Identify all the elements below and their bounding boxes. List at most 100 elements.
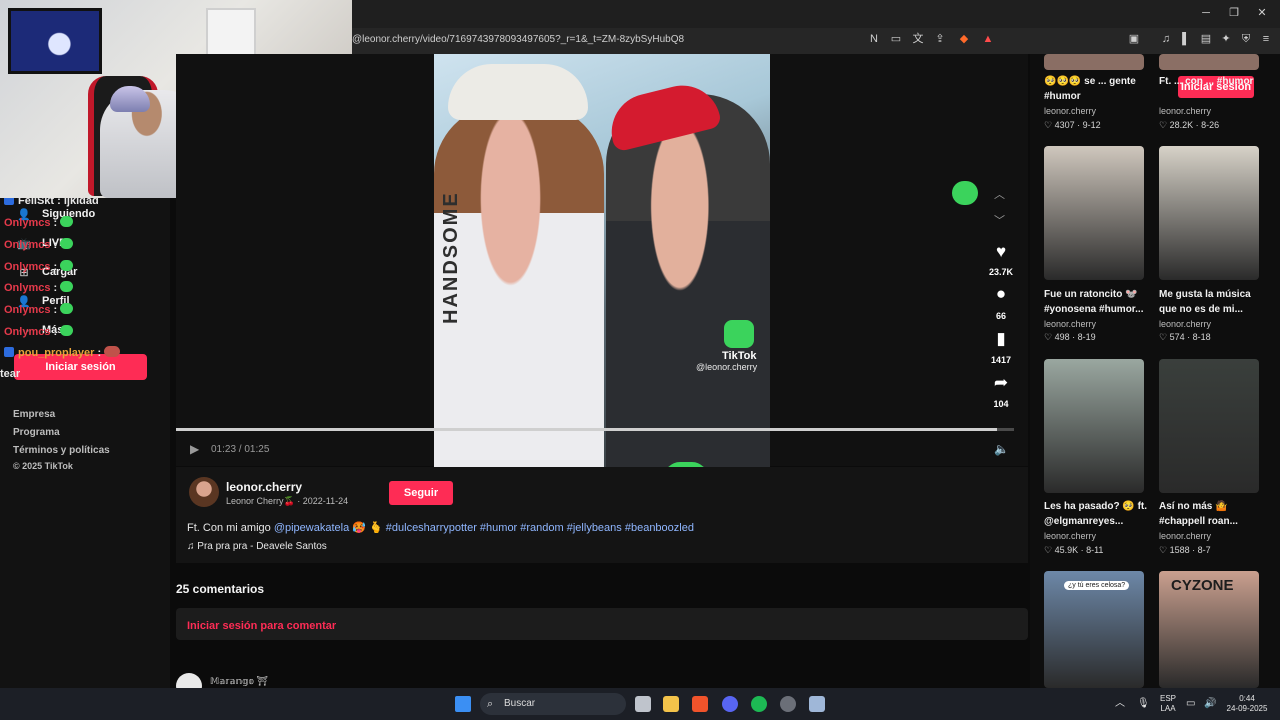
volume-tray-icon[interactable]: 🔊 bbox=[1204, 699, 1216, 709]
chat-user: Onlymcs bbox=[4, 304, 51, 316]
language-code: ESP bbox=[1160, 694, 1177, 703]
chat-user: Onlymcs bbox=[4, 282, 51, 294]
close-icon[interactable]: ✕ bbox=[1252, 6, 1272, 20]
minimize-icon[interactable]: ─ bbox=[1196, 6, 1216, 20]
clock-date: 24-09-2025 bbox=[1226, 704, 1268, 713]
discord-icon[interactable] bbox=[722, 696, 738, 712]
play-icon[interactable]: ▶ bbox=[190, 442, 204, 456]
comment-username[interactable]: 𝕄𝕒𝕣𝕒𝕟𝕘𝕠 ⛩ bbox=[210, 676, 268, 687]
cast-icon[interactable]: ▭ bbox=[888, 32, 904, 46]
obs-icon[interactable] bbox=[780, 696, 796, 712]
heart-icon[interactable]: ♥ bbox=[990, 242, 1012, 262]
footer-empresa[interactable]: Empresa bbox=[13, 409, 55, 420]
progress-bar[interactable] bbox=[176, 428, 1014, 431]
taskbar-search[interactable] bbox=[480, 693, 626, 715]
rec-user[interactable]: leonor.cherry bbox=[1044, 319, 1096, 329]
emote-icon bbox=[60, 260, 74, 271]
chat-user: Onlymcs bbox=[4, 239, 51, 251]
chat-text: : bbox=[97, 347, 102, 359]
rec-user[interactable]: leonor.cherry bbox=[1044, 531, 1096, 541]
rec-title[interactable]: Así no más 🤷 #chappell roan... bbox=[1159, 499, 1269, 529]
rec-overlay-text: CYZONE bbox=[1171, 577, 1234, 594]
leo-ai-icon[interactable]: ✦ bbox=[1218, 32, 1234, 46]
avatar[interactable] bbox=[189, 477, 219, 507]
url-text[interactable]: @leonor.cherry/video/7169743978093497605… bbox=[352, 34, 684, 45]
network-icon[interactable]: ▭ bbox=[1186, 699, 1195, 709]
watermark-handle: @leonor.cherry bbox=[696, 362, 758, 372]
platform-icon bbox=[4, 347, 14, 357]
rec-thumbnail[interactable] bbox=[1044, 54, 1144, 70]
caption-hashtags[interactable]: #dulcesharrypotter #humor #random #jelly… bbox=[386, 522, 694, 534]
save-count: 1417 bbox=[990, 355, 1012, 365]
share-arrow-icon[interactable]: ➦ bbox=[990, 373, 1012, 393]
progress-fill bbox=[176, 428, 998, 431]
spotify-icon[interactable] bbox=[751, 696, 767, 712]
author-handle[interactable]: leonor.cherry bbox=[226, 480, 302, 494]
volume-icon[interactable]: 🔈 bbox=[994, 442, 1009, 456]
microphone-icon[interactable]: 🎙 bbox=[1137, 699, 1150, 709]
tiktok-watermark-label: TikTok bbox=[722, 350, 757, 362]
footer-terminos[interactable]: Términos y políticas bbox=[13, 445, 110, 456]
taskbar-search-label[interactable]: Buscar bbox=[504, 698, 535, 709]
wallet-icon[interactable]: ▤ bbox=[1198, 32, 1214, 46]
brave-browser-icon[interactable] bbox=[692, 696, 708, 712]
language-indicator[interactable]: ESP LAA bbox=[1160, 694, 1176, 714]
prev-video-icon[interactable]: ︿ bbox=[994, 186, 1005, 202]
follow-button[interactable]: Seguir bbox=[389, 481, 453, 505]
rec-thumbnail[interactable] bbox=[1159, 359, 1259, 493]
comment-icon[interactable]: ● bbox=[990, 284, 1012, 304]
rec-thumbnail[interactable] bbox=[1044, 146, 1144, 280]
rec-user[interactable]: leonor.cherry bbox=[1044, 106, 1096, 116]
windows-start-icon[interactable] bbox=[455, 696, 471, 712]
rec-user[interactable]: leonor.cherry bbox=[1159, 319, 1211, 329]
rec-title[interactable]: Fue un ratoncito 🐭 #yonosena #humor... bbox=[1044, 287, 1154, 317]
translate-icon[interactable]: 文 bbox=[910, 32, 926, 46]
comment-login-link[interactable]: Iniciar sesión para comentar bbox=[187, 620, 336, 632]
file-explorer-icon[interactable] bbox=[663, 696, 679, 712]
rec-title[interactable]: Me gusta la música que no es de mi... bbox=[1159, 287, 1269, 317]
emote-icon bbox=[60, 325, 74, 336]
author-display-date: Leonor Cherry🍒 · 2022-11-24 bbox=[226, 496, 349, 506]
emote-icon bbox=[60, 216, 74, 227]
rec-thumbnail[interactable]: CYZONE bbox=[1159, 571, 1259, 688]
settings-icon[interactable] bbox=[809, 696, 825, 712]
rec-thumbnail[interactable]: ¿y tú eres celosa? bbox=[1044, 571, 1144, 688]
next-video-icon[interactable]: ﹀ bbox=[994, 212, 1005, 228]
rec-thumbnail[interactable] bbox=[1044, 359, 1144, 493]
rec-title[interactable]: Les ha pasado? 🥺 ft. @elgmanreyes... bbox=[1044, 499, 1154, 529]
music-icon[interactable]: ♫ bbox=[1158, 32, 1174, 46]
rec-title[interactable]: 🥺🥺🥺 se ... gente #humor bbox=[1044, 74, 1154, 104]
music-link[interactable]: ♫ Pra pra pra - Deavele Santos bbox=[187, 541, 327, 552]
rec-thumbnail[interactable] bbox=[1159, 54, 1259, 70]
comment-count: 66 bbox=[995, 311, 1006, 321]
video-cap-white bbox=[448, 64, 588, 120]
rec-stats: ♡ 28.2K · 8-26 bbox=[1159, 120, 1220, 130]
language-layout: LAA bbox=[1160, 704, 1176, 713]
rec-thumbnail[interactable] bbox=[1159, 146, 1259, 280]
brave-shield-icon[interactable]: ◆ bbox=[956, 32, 972, 46]
reader-mode-icon[interactable]: N bbox=[866, 32, 882, 46]
menu-icon[interactable]: ≡ bbox=[1258, 32, 1274, 46]
chat-text: : bbox=[53, 217, 58, 229]
footer-programa[interactable]: Programa bbox=[13, 427, 60, 438]
rec-user[interactable]: leonor.cherry bbox=[1159, 106, 1211, 116]
emote-icon bbox=[60, 281, 74, 292]
caption-mention[interactable]: @pipewakatela bbox=[274, 522, 349, 534]
vpn-icon[interactable]: ⛨ bbox=[1238, 32, 1254, 46]
chevron-up-icon[interactable]: ︿ bbox=[1115, 699, 1125, 709]
bookmark-icon[interactable]: ▮ bbox=[990, 329, 1012, 349]
rec-stats: ♡ 574 · 8-18 bbox=[1159, 332, 1211, 342]
clock[interactable]: 0:44 24-09-2025 bbox=[1222, 694, 1272, 714]
brave-rewards-icon[interactable]: ▲ bbox=[980, 32, 996, 46]
video-player[interactable]: HANDSOME TikTok @leonor.cherry bbox=[434, 54, 770, 467]
task-view-icon[interactable] bbox=[635, 696, 651, 712]
chat-user: Onlymcs bbox=[4, 326, 51, 338]
share-icon[interactable]: ⇪ bbox=[932, 32, 948, 46]
screenshot-icon[interactable]: ▣ bbox=[1126, 32, 1142, 46]
chat-message: Onlymcs : bbox=[4, 325, 74, 338]
search-icon: ⌕ bbox=[487, 698, 494, 710]
rec-title[interactable]: Ft. ... con ... #humor bbox=[1159, 74, 1269, 89]
sidebar-toggle-icon[interactable]: ▌ bbox=[1178, 32, 1194, 46]
rec-user[interactable]: leonor.cherry bbox=[1159, 531, 1211, 541]
maximize-icon[interactable]: ❐ bbox=[1224, 6, 1244, 20]
